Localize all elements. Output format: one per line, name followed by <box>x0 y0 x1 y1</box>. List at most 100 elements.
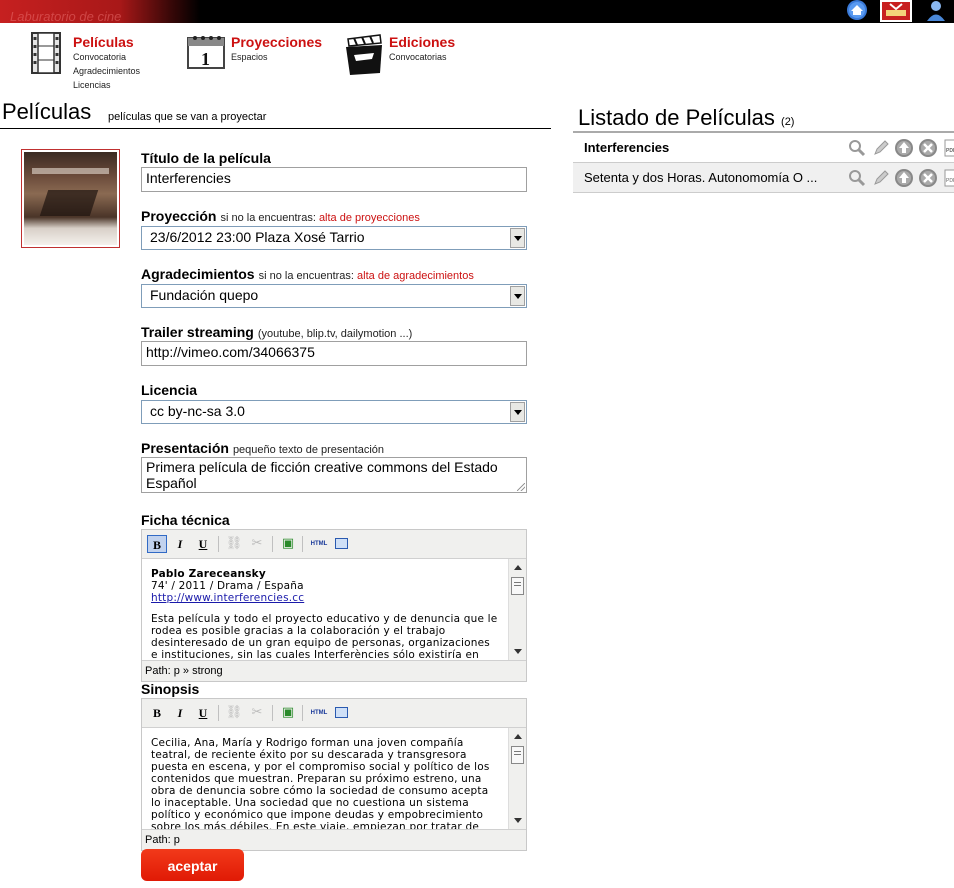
scroll-thumb[interactable] <box>511 577 524 595</box>
licencia-label-text: Licencia <box>141 382 198 398</box>
scroll-thumb[interactable] <box>511 746 524 764</box>
link-icon[interactable]: ⛓ <box>224 704 244 722</box>
sinopsis-text: Cecilia, Ana, María y Rodrigo forman una… <box>151 737 490 830</box>
sinopsis-label: Sinopsis <box>141 681 199 697</box>
user-icon[interactable] <box>922 0 950 22</box>
proyeccion-label-text: Proyección <box>141 208 217 224</box>
list-item[interactable]: Interferencies PDF <box>573 133 954 163</box>
italic-button[interactable]: I <box>170 535 190 553</box>
ficha-toolbar: B I U ⛓ ✂ ▣ HTML <box>142 530 526 559</box>
bold-button[interactable]: B <box>147 535 167 553</box>
sinopsis-label-text: Sinopsis <box>141 681 200 697</box>
list-item-title[interactable]: Interferencies <box>584 140 669 155</box>
insert-image-icon[interactable]: ▣ <box>278 535 298 553</box>
movie-poster-thumbnail[interactable] <box>21 149 120 248</box>
nav-espacios[interactable]: Espacios <box>231 51 268 65</box>
ficha-editor[interactable]: B I U ⛓ ✂ ▣ HTML Pablo Zareceansky 74' /… <box>141 529 527 682</box>
licencia-label: Licencia <box>141 382 197 398</box>
ficha-label-text: Ficha técnica <box>141 512 230 528</box>
scroll-up-icon[interactable] <box>514 734 522 739</box>
edit-icon[interactable] <box>871 168 891 188</box>
nav-licencias[interactable]: Licencias <box>73 79 111 93</box>
licencia-value: cc by-nc-sa 3.0 <box>150 403 245 419</box>
presentacion-hint: pequeño texto de presentación <box>232 444 384 456</box>
list-title-text: Listado de Películas <box>578 105 775 130</box>
trailer-label-text: Trailer streaming <box>141 324 254 340</box>
cinema-logo-icon[interactable] <box>878 0 914 22</box>
home-icon[interactable] <box>843 0 871 22</box>
move-up-icon[interactable] <box>894 138 914 158</box>
move-up-icon[interactable] <box>894 168 914 188</box>
nav-proyecciones[interactable]: Proyecciones <box>231 34 322 50</box>
svg-text:PDF: PDF <box>946 148 954 154</box>
presentacion-textarea[interactable]: Primera película de ficción creative com… <box>141 457 527 493</box>
delete-icon[interactable] <box>918 138 938 158</box>
nav-ediciones[interactable]: Ediciones <box>389 34 455 50</box>
page-subtitle: películas que se van a proyectar <box>108 111 267 123</box>
unlink-icon[interactable]: ✂ <box>247 704 267 722</box>
pdf-icon[interactable]: PDF <box>942 168 954 188</box>
sinopsis-editor[interactable]: B I U ⛓ ✂ ▣ HTML Cecilia, Ana, María y R… <box>141 698 527 851</box>
sinopsis-scrollbar[interactable] <box>508 728 526 829</box>
chevron-down-icon[interactable] <box>510 286 525 306</box>
scroll-down-icon[interactable] <box>514 649 522 654</box>
ficha-url-link[interactable]: http://www.interferencies.cc <box>151 592 304 604</box>
unlink-icon[interactable]: ✂ <box>247 535 267 553</box>
licencia-select[interactable]: cc by-nc-sa 3.0 <box>141 400 527 424</box>
resize-grip-icon[interactable] <box>517 483 525 491</box>
alta-agradecimientos-link[interactable]: alta de agradecimientos <box>357 270 474 282</box>
bold-button[interactable]: B <box>147 704 167 722</box>
trailer-input[interactable]: http://vimeo.com/34066375 <box>141 341 527 366</box>
nav-convocatoria[interactable]: Convocatoria <box>73 51 126 65</box>
nav-peliculas[interactable]: Películas <box>73 34 134 50</box>
banner-image: Laburatorio de cine <box>0 0 200 23</box>
alta-proyecciones-link[interactable]: alta de proyecciones <box>319 212 420 224</box>
proyeccion-select[interactable]: 23/6/2012 23:00 Plaza Xosé Tarrio <box>141 226 527 250</box>
html-source-button[interactable]: HTML <box>307 704 331 722</box>
toolbar-separator <box>302 536 303 552</box>
underline-button[interactable]: U <box>193 535 213 553</box>
list-count: (2) <box>781 116 795 128</box>
italic-button[interactable]: I <box>170 704 190 722</box>
titulo-label-text: Título de la película <box>141 150 271 166</box>
fullscreen-icon[interactable] <box>332 704 352 722</box>
clapperboard-icon[interactable] <box>344 33 384 77</box>
fullscreen-icon[interactable] <box>332 535 352 553</box>
toolbar-separator <box>218 536 219 552</box>
top-bar: Laburatorio de cine <box>0 0 954 23</box>
edit-icon[interactable] <box>871 138 891 158</box>
list-title: Listado de Películas (2) <box>578 105 794 131</box>
trailer-hint: (youtube, blip.tv, dailymotion ...) <box>257 328 413 340</box>
chevron-down-icon[interactable] <box>510 228 525 248</box>
toolbar-separator <box>272 705 273 721</box>
agradecimientos-value: Fundación quepo <box>150 287 259 303</box>
presentacion-label: Presentación pequeño texto de presentació… <box>141 440 384 456</box>
accept-button[interactable]: aceptar <box>141 849 244 881</box>
agradecimientos-select[interactable]: Fundación quepo <box>141 284 527 308</box>
calendar-icon[interactable]: 1 <box>186 34 226 70</box>
list-item[interactable]: Setenta y dos Horas. Autonomomía O ... P… <box>573 163 954 193</box>
scroll-up-icon[interactable] <box>514 565 522 570</box>
pdf-icon[interactable]: PDF <box>942 138 954 158</box>
link-icon[interactable]: ⛓ <box>224 535 244 553</box>
insert-image-icon[interactable]: ▣ <box>278 704 298 722</box>
titulo-input[interactable]: Interferencies <box>141 167 527 192</box>
film-strip-icon[interactable] <box>28 31 64 75</box>
list-item-title[interactable]: Setenta y dos Horas. Autonomomía O ... <box>584 170 817 185</box>
movie-list: Interferencies PDF Setenta y dos Horas. … <box>573 131 954 193</box>
nav-convocatorias[interactable]: Convocatorias <box>389 51 447 65</box>
scroll-down-icon[interactable] <box>514 818 522 823</box>
ficha-text: Esta película y todo el proyecto educati… <box>151 613 498 661</box>
search-icon[interactable] <box>847 138 867 158</box>
chevron-down-icon[interactable] <box>510 402 525 422</box>
sinopsis-content[interactable]: Cecilia, Ana, María y Rodrigo forman una… <box>142 728 526 830</box>
ficha-label: Ficha técnica <box>141 512 230 528</box>
ficha-scrollbar[interactable] <box>508 559 526 660</box>
search-icon[interactable] <box>847 168 867 188</box>
html-source-button[interactable]: HTML <box>307 535 331 553</box>
delete-icon[interactable] <box>918 168 938 188</box>
nav-agradecimientos[interactable]: Agradecimientos <box>73 65 140 79</box>
underline-button[interactable]: U <box>193 704 213 722</box>
ficha-content[interactable]: Pablo Zareceansky 74' / 2011 / Drama / E… <box>142 559 526 661</box>
agradecimientos-hint: si no la encuentras: <box>258 270 354 282</box>
